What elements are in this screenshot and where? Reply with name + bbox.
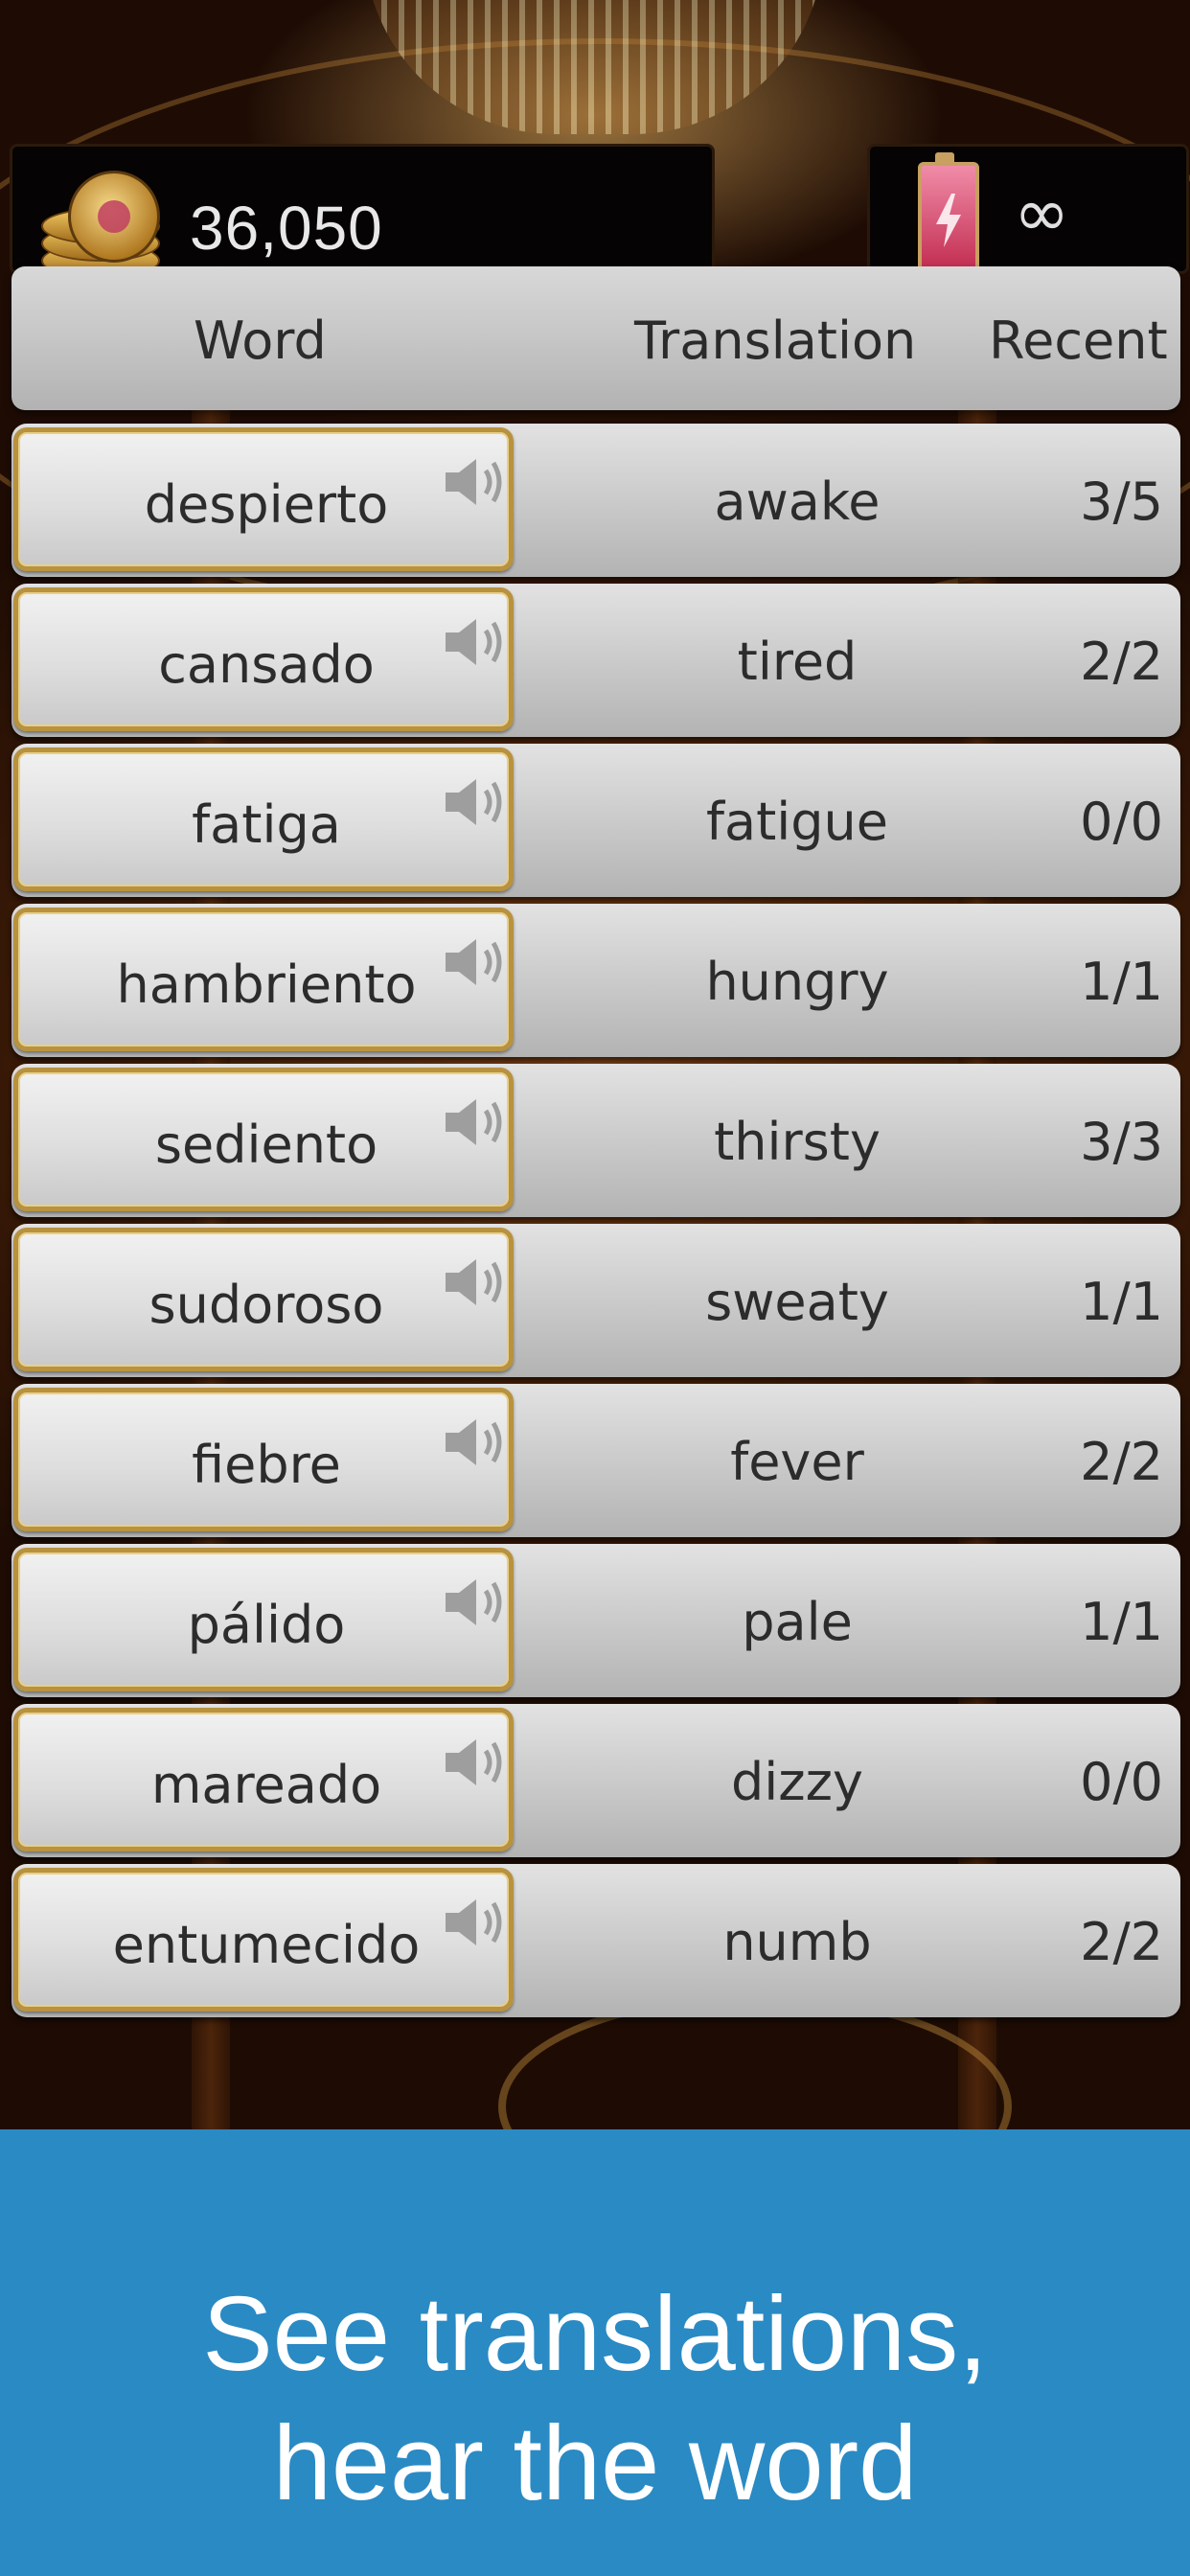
table-row: pálido pale 1/1 [11, 1544, 1180, 1697]
word-play-button[interactable]: sudoroso [13, 1228, 514, 1371]
translation-label: hungry [705, 952, 889, 1012]
table-row: sudoroso sweaty 1/1 [11, 1224, 1180, 1377]
table-row: mareado dizzy 0/0 [11, 1704, 1180, 1857]
speaker-icon [446, 1419, 502, 1465]
translation-label: dizzy [731, 1752, 863, 1812]
translation-label: tired [737, 632, 858, 692]
translation-label: sweaty [705, 1272, 889, 1332]
word-play-button[interactable]: hambriento [13, 908, 514, 1051]
word-play-button[interactable]: entumecido [13, 1868, 514, 2012]
speaker-icon [446, 939, 502, 985]
recent-score: 3/5 [1080, 472, 1163, 532]
recent-score: 1/1 [1080, 1592, 1163, 1652]
table-row: cansado tired 2/2 [11, 584, 1180, 737]
table-header: Word Translation Recent [11, 266, 1180, 410]
coin-stack-icon [41, 166, 160, 279]
translation-label: fever [730, 1432, 864, 1492]
recent-score: 2/2 [1080, 632, 1163, 692]
battery-icon [918, 152, 979, 279]
word-play-button[interactable]: fatiga [13, 748, 514, 891]
coin-count: 36,050 [190, 194, 383, 263]
translation-label: pale [742, 1592, 853, 1652]
header-word[interactable]: Word [194, 310, 327, 371]
energy-panel[interactable]: ∞ [867, 144, 1189, 279]
caption-line-2: hear the word [272, 2404, 918, 2522]
speaker-icon [446, 1259, 502, 1305]
recent-score: 1/1 [1080, 952, 1163, 1012]
translation-label: awake [714, 472, 881, 532]
speaker-icon [446, 1739, 502, 1785]
recent-score: 2/2 [1080, 1432, 1163, 1492]
recent-score: 0/0 [1080, 792, 1163, 852]
word-play-button[interactable]: pálido [13, 1548, 514, 1691]
word-play-button[interactable]: cansado [13, 587, 514, 731]
table-row: hambriento hungry 1/1 [11, 904, 1180, 1057]
speaker-icon [446, 1579, 502, 1625]
header-recent[interactable]: Recent [989, 310, 1168, 371]
word-play-button[interactable]: fiebre [13, 1388, 514, 1531]
recent-score: 2/2 [1080, 1912, 1163, 1972]
translation-label: numb [722, 1912, 872, 1972]
table-row: despierto awake 3/5 [11, 424, 1180, 577]
energy-value: ∞ [1014, 173, 1070, 252]
recent-score: 3/3 [1080, 1112, 1163, 1172]
word-play-button[interactable]: mareado [13, 1708, 514, 1852]
header-translation[interactable]: Translation [634, 310, 916, 371]
speaker-icon [446, 459, 502, 505]
recent-score: 0/0 [1080, 1752, 1163, 1812]
table-row: fatiga fatigue 0/0 [11, 744, 1180, 897]
speaker-icon [446, 1099, 502, 1145]
table-row: sediento thirsty 3/3 [11, 1064, 1180, 1217]
caption-banner: See translations, hear the word [0, 2129, 1190, 2576]
translation-label: thirsty [714, 1112, 881, 1172]
recent-score: 1/1 [1080, 1272, 1163, 1332]
table-row: fiebre fever 2/2 [11, 1384, 1180, 1537]
caption-line-1: See translations, [202, 2275, 988, 2393]
coin-balance-panel[interactable]: 36,050 [10, 144, 715, 279]
word-play-button[interactable]: sediento [13, 1068, 514, 1211]
speaker-icon [446, 619, 502, 665]
speaker-icon [446, 779, 502, 825]
translation-label: fatigue [705, 792, 888, 852]
word-play-button[interactable]: despierto [13, 427, 514, 571]
table-row: entumecido numb 2/2 [11, 1864, 1180, 2017]
speaker-icon [446, 1899, 502, 1945]
